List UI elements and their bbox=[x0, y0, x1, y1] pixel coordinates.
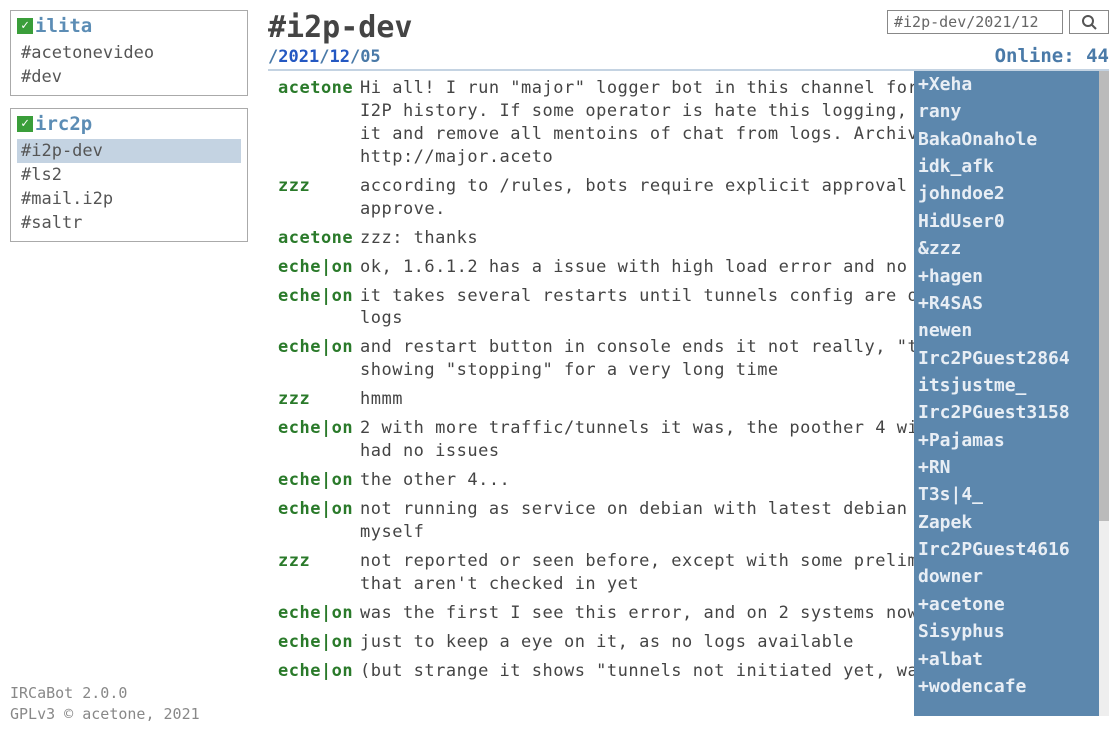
user-item[interactable]: &zzz bbox=[918, 235, 1095, 262]
app-license: GPLv3 © acetone, 2021 bbox=[10, 704, 248, 726]
search-icon bbox=[1081, 14, 1097, 30]
channel-item[interactable]: #dev bbox=[17, 65, 241, 89]
user-item[interactable]: HidUser0 bbox=[918, 208, 1095, 235]
user-item[interactable]: +wodencafe bbox=[918, 673, 1095, 700]
message-nick: eche|on bbox=[278, 336, 360, 359]
message-nick: zzz bbox=[278, 388, 360, 411]
user-item[interactable]: +albat bbox=[918, 646, 1095, 673]
message-nick: eche|on bbox=[278, 285, 360, 308]
topbar: #i2p-dev bbox=[268, 10, 1109, 45]
channel-list: #acetonevideo #dev bbox=[17, 41, 241, 89]
user-item[interactable]: idk_afk bbox=[918, 153, 1095, 180]
channel-item[interactable]: #acetonevideo bbox=[17, 41, 241, 65]
online-count: Online: 44 bbox=[995, 45, 1109, 67]
check-icon: ✓ bbox=[17, 116, 33, 132]
message-nick: zzz bbox=[278, 550, 360, 573]
search-input[interactable] bbox=[887, 10, 1063, 34]
message-nick: acetone bbox=[278, 77, 360, 100]
message-nick: zzz bbox=[278, 175, 360, 198]
channel-item[interactable]: #i2p-dev bbox=[17, 139, 241, 163]
user-item[interactable]: Irc2PGuest2864 bbox=[918, 345, 1095, 372]
network-title[interactable]: ✓ irc2p bbox=[17, 113, 241, 135]
user-item[interactable]: +hagen bbox=[918, 263, 1095, 290]
message-nick: eche|on bbox=[278, 602, 360, 625]
user-item[interactable]: BakaOnahole bbox=[918, 126, 1095, 153]
channel-item[interactable]: #ls2 bbox=[17, 163, 241, 187]
check-icon: ✓ bbox=[17, 18, 33, 34]
user-item[interactable]: newen bbox=[918, 317, 1095, 344]
scroll-thumb[interactable] bbox=[1099, 71, 1109, 521]
channel-title: #i2p-dev bbox=[268, 10, 413, 45]
user-item[interactable]: rany bbox=[918, 98, 1095, 125]
subbar: /2021/12/05 Online: 44 bbox=[268, 45, 1109, 67]
user-item[interactable]: Irc2PGuest4616 bbox=[918, 536, 1095, 563]
message-nick: eche|on bbox=[278, 469, 360, 492]
channel-list: #i2p-dev #ls2 #mail.i2p #saltr bbox=[17, 139, 241, 235]
user-item[interactable]: downer bbox=[918, 563, 1095, 590]
network-irc2p: ✓ irc2p #i2p-dev #ls2 #mail.i2p #saltr bbox=[10, 108, 248, 242]
user-item[interactable]: +Xeha bbox=[918, 71, 1095, 98]
user-item[interactable]: +acetone bbox=[918, 591, 1095, 618]
search-button[interactable] bbox=[1069, 10, 1109, 34]
user-item[interactable]: T3s|4_ bbox=[918, 481, 1095, 508]
user-item[interactable]: +RN bbox=[918, 454, 1095, 481]
message-nick: acetone bbox=[278, 227, 360, 250]
message-nick: eche|on bbox=[278, 660, 360, 683]
message-nick: eche|on bbox=[278, 631, 360, 654]
network-title[interactable]: ✓ ilita bbox=[17, 15, 241, 37]
network-name: irc2p bbox=[35, 113, 92, 135]
user-item[interactable]: +R4SAS bbox=[918, 290, 1095, 317]
footer: IRCaBot 2.0.0 GPLv3 © acetone, 2021 bbox=[10, 683, 248, 736]
message-nick: eche|on bbox=[278, 417, 360, 440]
breadcrumb[interactable]: /2021/12/05 bbox=[268, 47, 381, 67]
user-item[interactable]: Irc2PGuest3158 bbox=[918, 399, 1095, 426]
channel-item[interactable]: #saltr bbox=[17, 211, 241, 235]
network-ilita: ✓ ilita #acetonevideo #dev bbox=[10, 10, 248, 96]
user-item[interactable]: johndoe2 bbox=[918, 180, 1095, 207]
content-area: acetoneHi all! I run "major" logger bot … bbox=[268, 69, 1109, 736]
user-list: +XeharanyBakaOnaholeidk_afkjohndoe2HidUs… bbox=[914, 71, 1099, 716]
app-version: IRCaBot 2.0.0 bbox=[10, 683, 248, 705]
search-area bbox=[887, 10, 1109, 34]
message-nick: eche|on bbox=[278, 256, 360, 279]
user-item[interactable]: itsjustme_ bbox=[918, 372, 1095, 399]
channel-item[interactable]: #mail.i2p bbox=[17, 187, 241, 211]
user-item[interactable]: Zapek bbox=[918, 509, 1095, 536]
scrollbar[interactable] bbox=[1099, 71, 1109, 716]
user-item[interactable]: +Pajamas bbox=[918, 427, 1095, 454]
user-item[interactable]: Sisyphus bbox=[918, 618, 1095, 645]
sidebar: ✓ ilita #acetonevideo #dev ✓ irc2p #i2p-… bbox=[0, 0, 258, 736]
main: #i2p-dev /2021/12/05 Online: 44 acetoneH… bbox=[258, 0, 1119, 736]
network-name: ilita bbox=[35, 15, 92, 37]
message-nick: eche|on bbox=[278, 498, 360, 521]
